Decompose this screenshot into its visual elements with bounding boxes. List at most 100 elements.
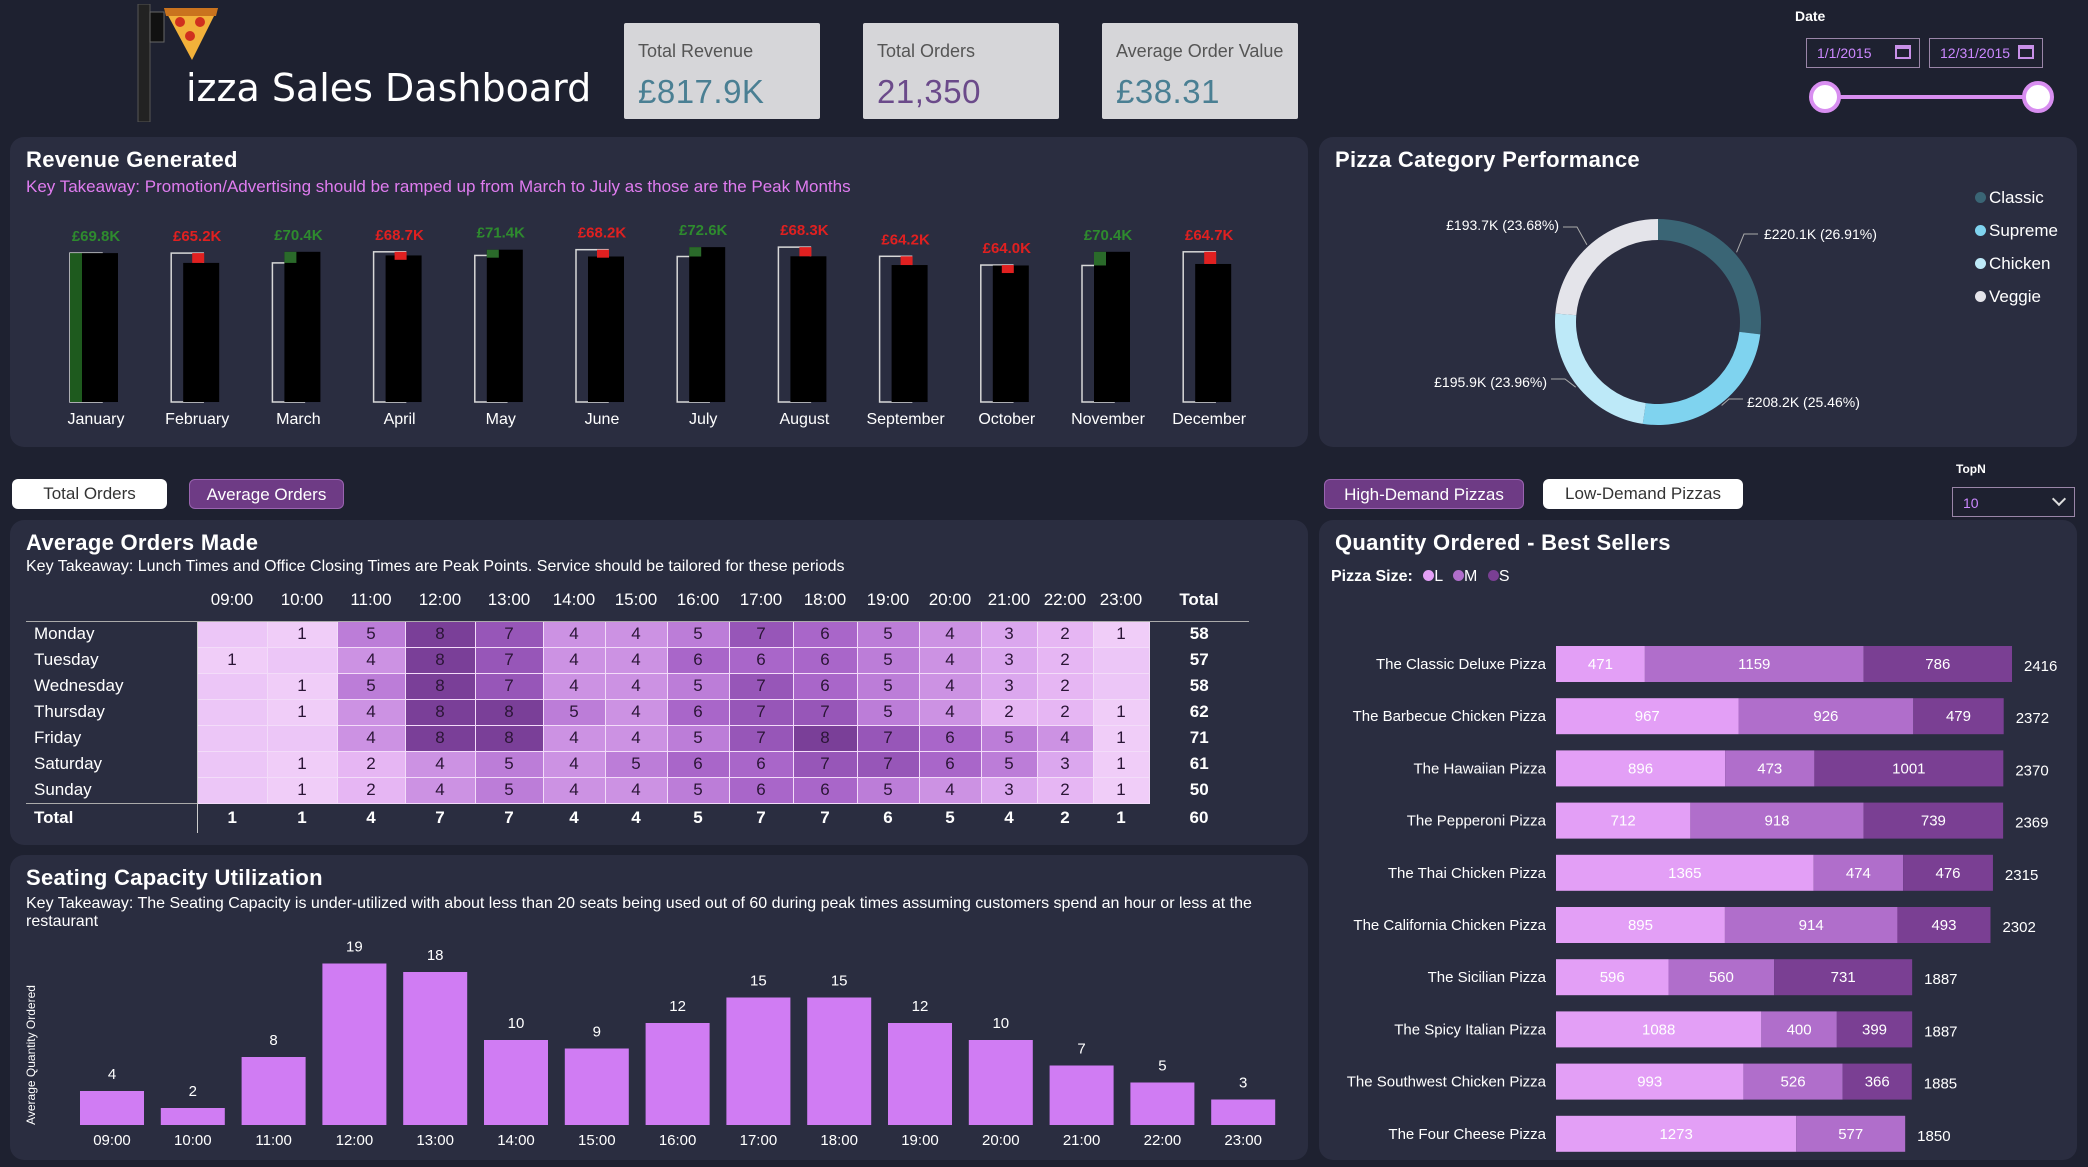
heatmap-cell[interactable]: 4 bbox=[918, 672, 982, 700]
revenue-bar-group[interactable]: £71.4K May bbox=[474, 225, 525, 428]
revenue-bar[interactable] bbox=[1094, 251, 1130, 402]
heatmap-cell[interactable]: 1 bbox=[1092, 724, 1150, 752]
heatmap-cell[interactable]: 2 bbox=[336, 776, 406, 804]
heatmap-cell[interactable]: 1 bbox=[266, 620, 338, 648]
heatmap-cell[interactable]: 5 bbox=[856, 672, 920, 700]
donut-slice-classic[interactable] bbox=[1658, 219, 1761, 335]
revenue-bar[interactable] bbox=[385, 255, 422, 402]
heatmap-cell[interactable]: 5 bbox=[980, 750, 1038, 778]
heatmap-cell[interactable]: 4 bbox=[918, 646, 982, 674]
heatmap-cell[interactable]: 4 bbox=[336, 646, 406, 674]
heatmap-cell[interactable]: 5 bbox=[474, 750, 544, 778]
heatmap-cell[interactable]: 1 bbox=[266, 776, 338, 804]
revenue-bar[interactable] bbox=[486, 249, 523, 402]
heatmap-cell[interactable]: 3 bbox=[980, 646, 1038, 674]
heatmap-cell[interactable] bbox=[196, 672, 268, 700]
heatmap-cell[interactable]: 5 bbox=[666, 672, 730, 700]
seating-bar[interactable] bbox=[1211, 1099, 1276, 1126]
date-start-input[interactable]: 1/1/2015 bbox=[1806, 38, 1920, 68]
heatmap-cell[interactable]: 4 bbox=[336, 724, 406, 752]
seating-bar[interactable] bbox=[80, 1091, 144, 1125]
heatmap-cell[interactable]: 7 bbox=[728, 698, 794, 726]
heatmap-cell[interactable]: 7 bbox=[856, 750, 920, 778]
donut-slice-supreme[interactable] bbox=[1642, 331, 1761, 425]
low-demand-button[interactable]: Low-Demand Pizzas bbox=[1543, 479, 1743, 509]
heatmap-cell[interactable]: 7 bbox=[728, 620, 794, 648]
heatmap-cell[interactable]: 4 bbox=[918, 620, 982, 648]
heatmap-cell[interactable]: 3 bbox=[980, 776, 1038, 804]
seating-bar[interactable] bbox=[564, 1048, 629, 1126]
heatmap-cell[interactable]: 5 bbox=[980, 724, 1038, 752]
heatmap-cell[interactable]: 5 bbox=[604, 750, 668, 778]
revenue-bar[interactable] bbox=[183, 262, 220, 402]
heatmap-cell[interactable]: 4 bbox=[604, 672, 668, 700]
heatmap-cell[interactable]: 4 bbox=[1036, 724, 1094, 752]
heatmap-cell[interactable]: 4 bbox=[918, 776, 982, 804]
seating-bar[interactable] bbox=[484, 1040, 548, 1125]
revenue-bar[interactable] bbox=[588, 256, 624, 402]
heatmap-cell[interactable]: 1 bbox=[1092, 620, 1150, 648]
heatmap-cell[interactable]: 3 bbox=[1036, 750, 1094, 778]
heatmap-cell[interactable]: 1 bbox=[266, 750, 338, 778]
heatmap-cell[interactable] bbox=[1092, 672, 1150, 700]
seating-bar[interactable] bbox=[726, 997, 791, 1126]
donut-slice-chicken[interactable] bbox=[1555, 313, 1646, 424]
revenue-bar-group[interactable]: £72.6K July bbox=[676, 222, 728, 428]
heatmap-cell[interactable] bbox=[196, 724, 268, 752]
seating-bar[interactable] bbox=[322, 963, 387, 1126]
heatmap-cell[interactable]: 4 bbox=[604, 620, 668, 648]
heatmap-cell[interactable]: 5 bbox=[856, 776, 920, 804]
date-slider-track[interactable] bbox=[1825, 95, 2039, 99]
heatmap-cell[interactable]: 2 bbox=[1036, 672, 1094, 700]
seating-bar[interactable] bbox=[241, 1057, 306, 1125]
heatmap-cell[interactable]: 1 bbox=[1092, 750, 1150, 778]
heatmap-cell[interactable]: 7 bbox=[792, 698, 858, 726]
heatmap-cell[interactable]: 5 bbox=[856, 698, 920, 726]
revenue-bar-group[interactable]: £64.0K October bbox=[978, 240, 1036, 428]
heatmap-cell[interactable]: 4 bbox=[542, 620, 606, 648]
heatmap-cell[interactable]: 4 bbox=[404, 776, 476, 804]
heatmap-cell[interactable]: 1 bbox=[196, 646, 268, 674]
topn-select[interactable]: 10 bbox=[1952, 487, 2075, 517]
calendar-icon[interactable] bbox=[2018, 45, 2034, 59]
heatmap-cell[interactable]: 6 bbox=[728, 776, 794, 804]
high-demand-button[interactable]: High-Demand Pizzas bbox=[1324, 479, 1524, 509]
heatmap-cell[interactable]: 6 bbox=[792, 672, 858, 700]
revenue-bar-group[interactable]: £70.4K November bbox=[1071, 227, 1145, 428]
heatmap-cell[interactable] bbox=[266, 646, 338, 674]
heatmap-cell[interactable]: 1 bbox=[1092, 776, 1150, 804]
heatmap-cell[interactable]: 7 bbox=[728, 724, 794, 752]
seating-bar[interactable] bbox=[645, 1023, 710, 1125]
heatmap-cell[interactable] bbox=[196, 698, 268, 726]
heatmap-cell[interactable] bbox=[196, 776, 268, 804]
heatmap-cell[interactable]: 2 bbox=[1036, 620, 1094, 648]
heatmap-cell[interactable]: 7 bbox=[792, 750, 858, 778]
seating-bar[interactable] bbox=[1049, 1065, 1114, 1126]
heatmap-cell[interactable]: 4 bbox=[918, 698, 982, 726]
heatmap-cell[interactable]: 8 bbox=[474, 724, 544, 752]
seating-bar[interactable] bbox=[1130, 1082, 1195, 1126]
heatmap-cell[interactable] bbox=[266, 724, 338, 752]
heatmap-cell[interactable]: 8 bbox=[404, 620, 476, 648]
seating-bar[interactable] bbox=[888, 1023, 952, 1125]
revenue-bar-group[interactable]: £65.2K February bbox=[165, 228, 229, 428]
heatmap-cell[interactable]: 4 bbox=[404, 750, 476, 778]
date-slider-end-handle[interactable] bbox=[2022, 81, 2054, 113]
average-orders-button[interactable]: Average Orders bbox=[189, 479, 344, 509]
heatmap-cell[interactable] bbox=[1092, 646, 1150, 674]
date-slider-start-handle[interactable] bbox=[1809, 81, 1841, 113]
seating-bar[interactable] bbox=[807, 997, 872, 1126]
revenue-bar[interactable] bbox=[82, 253, 118, 402]
seating-bar[interactable] bbox=[968, 1040, 1033, 1125]
heatmap-cell[interactable]: 8 bbox=[404, 724, 476, 752]
heatmap-cell[interactable]: 5 bbox=[336, 620, 406, 648]
heatmap-cell[interactable]: 6 bbox=[792, 776, 858, 804]
heatmap-cell[interactable]: 6 bbox=[918, 750, 982, 778]
heatmap-cell[interactable]: 1 bbox=[1092, 698, 1150, 726]
revenue-bar-group[interactable]: £64.2K September bbox=[866, 231, 945, 428]
heatmap-cell[interactable]: 1 bbox=[266, 698, 338, 726]
heatmap-cell[interactable]: 5 bbox=[474, 776, 544, 804]
heatmap-cell[interactable]: 8 bbox=[474, 698, 544, 726]
revenue-bar[interactable] bbox=[284, 251, 321, 402]
heatmap-cell[interactable]: 2 bbox=[1036, 776, 1094, 804]
